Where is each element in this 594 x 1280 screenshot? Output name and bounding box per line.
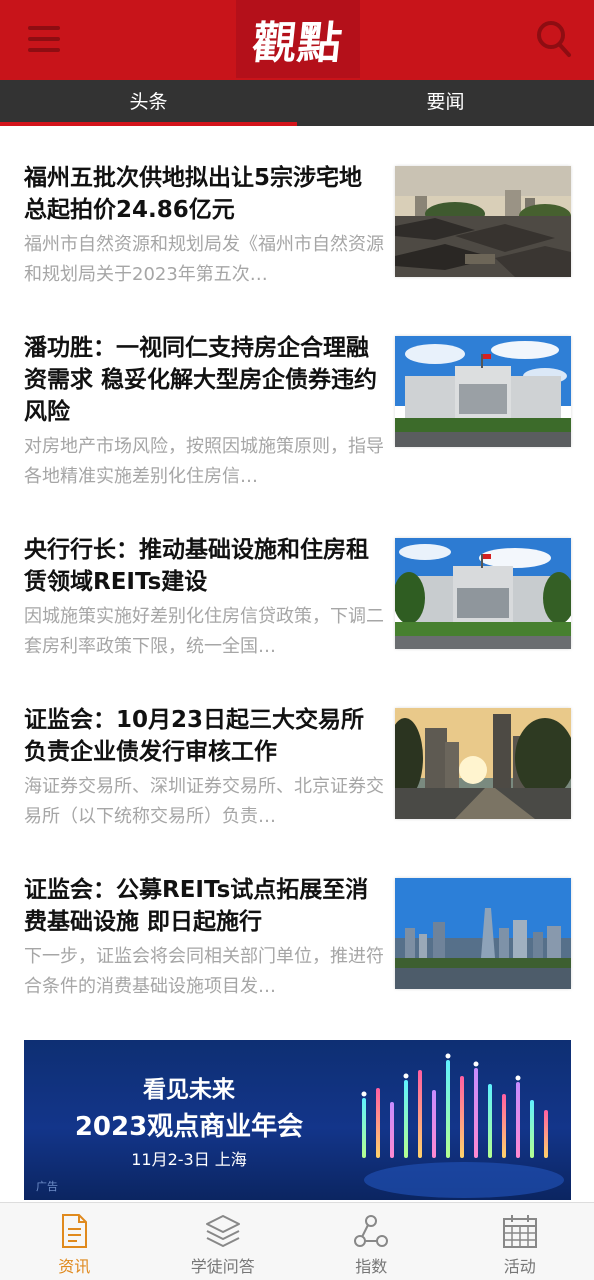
ad-headline: 看见未来 [143, 1077, 235, 1103]
news-title: 央行行长：推动基础设施和住房租赁领域REITs建设 [24, 537, 369, 595]
news-item[interactable]: 证监会：10月23日起三大交易所负责企业债发行审核工作 海证券交易所、深圳证券交… [0, 704, 594, 854]
layers-icon [205, 1215, 240, 1247]
tab-headlines[interactable]: 头条 [0, 80, 297, 126]
tab-label: 头条 [129, 91, 168, 113]
nav-item-news[interactable]: 资讯 [0, 1203, 149, 1280]
news-summary: 海证券交易所、深圳证券交易所、北京证券交易所（以下统称交易所）负责… [24, 776, 384, 827]
nav-item-qa[interactable]: 学徒问答 [149, 1203, 298, 1280]
app-logo: 觀點 [236, 0, 360, 78]
app-screen: 觀點 头条 要闻 福州五批次供地拟出让5宗涉宅地 总起拍价24.86亿元 福州市… [0, 0, 594, 1280]
nav-label: 指数 [355, 1257, 388, 1276]
news-summary: 福州市自然资源和规划局发《福州市自然资源和规划局关于2023年第五次… [24, 234, 384, 285]
tab-bar: 头条 要闻 [0, 80, 594, 126]
news-thumbnail [395, 336, 571, 447]
news-title: 潘功胜：一视同仁支持房企合理融资需求 稳妥化解大型房企债券违约风险 [24, 335, 378, 425]
network-icon [354, 1215, 389, 1247]
news-item[interactable]: 央行行长：推动基础设施和住房租赁领域REITs建设 因城施策实施好差别化住房信贷… [0, 534, 594, 684]
news-thumbnail [395, 708, 571, 819]
nav-label: 学徒问答 [190, 1257, 255, 1276]
logo-text: 觀點 [249, 18, 346, 69]
nav-item-index[interactable]: 指数 [297, 1203, 446, 1280]
news-item[interactable]: 福州五批次供地拟出让5宗涉宅地 总起拍价24.86亿元 福州市自然资源和规划局发… [0, 162, 594, 312]
news-title: 证监会：公募REITs试点拓展至消费基础设施 即日起施行 [24, 877, 369, 935]
document-icon [62, 1214, 88, 1248]
ad-decoration-bars [361, 1053, 564, 1198]
bottom-nav: 资讯 学徒问答 指数 活动 [0, 1202, 594, 1280]
news-summary: 因城施策实施好差别化住房信贷政策，下调二套房利率政策下限，统一全国… [24, 606, 384, 657]
search-icon[interactable] [536, 20, 572, 58]
ad-date: 11月2-3日 上海 [131, 1150, 247, 1169]
tab-label: 要闻 [426, 91, 465, 113]
news-thumbnail [395, 538, 571, 649]
nav-item-events[interactable]: 活动 [446, 1203, 594, 1280]
ad-banner[interactable]: 看见未来 2023观点商业年会 11月2-3日 上海 广告 [24, 1040, 571, 1200]
nav-label: 活动 [503, 1257, 536, 1276]
news-title: 福州五批次供地拟出让5宗涉宅地 总起拍价24.86亿元 [24, 165, 363, 223]
tab-news[interactable]: 要闻 [297, 80, 594, 126]
active-tab-indicator [0, 122, 297, 126]
news-title: 证监会：10月23日起三大交易所负责企业债发行审核工作 [24, 707, 365, 765]
news-summary: 对房地产市场风险，按照因城施策原则，指导各地精准实施差别化住房信… [24, 436, 384, 487]
nav-label: 资讯 [58, 1257, 91, 1276]
news-thumbnail [395, 166, 571, 277]
news-summary: 下一步，证监会将会同相关部门单位，推进符合条件的消费基础设施项目发… [24, 946, 384, 997]
ad-tag: 广告 [36, 1180, 58, 1193]
menu-icon[interactable] [28, 24, 60, 54]
top-header: 觀點 [0, 0, 594, 80]
news-item[interactable]: 潘功胜：一视同仁支持房企合理融资需求 稳妥化解大型房企债券违约风险 对房地产市场… [0, 332, 594, 487]
news-item[interactable]: 证监会：公募REITs试点拓展至消费基础设施 即日起施行 下一步，证监会将会同相… [0, 874, 594, 1024]
calendar-icon [502, 1215, 537, 1248]
ad-title: 2023观点商业年会 [74, 1112, 304, 1142]
news-thumbnail [395, 878, 571, 989]
